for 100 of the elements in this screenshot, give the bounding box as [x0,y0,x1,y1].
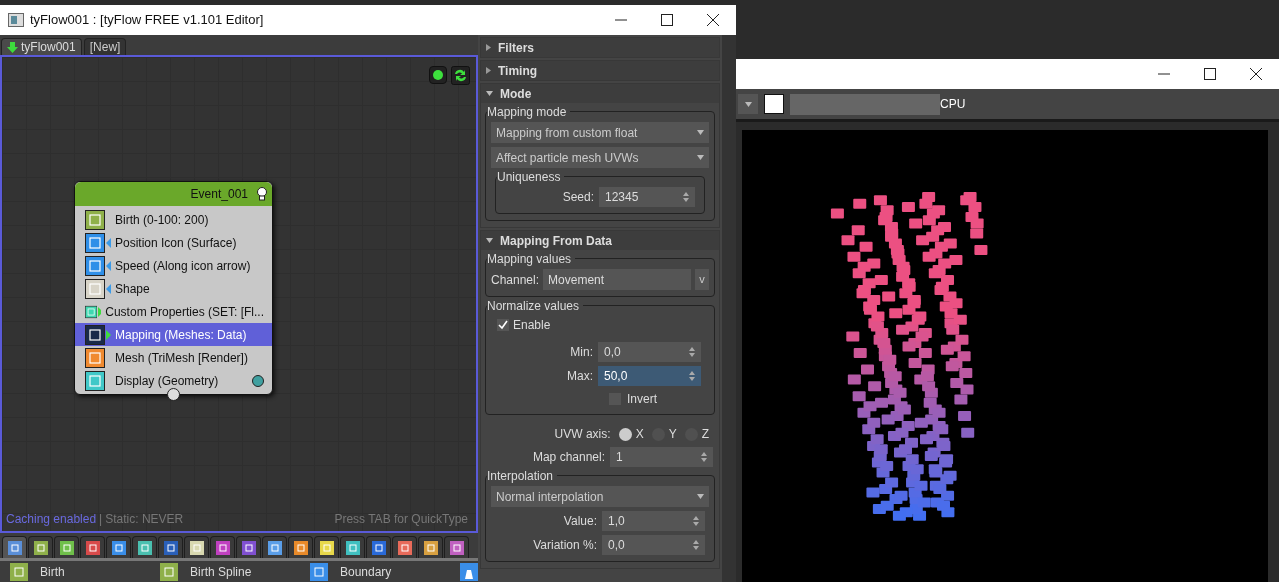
spinner-field[interactable]: 0,0 [602,535,705,555]
toolbar-field[interactable] [790,93,940,115]
rollout-header[interactable]: Filters [481,38,719,57]
dropdown[interactable]: Mapping from custom float [491,122,709,143]
operator-row[interactable]: Display (Geometry) [75,369,272,392]
category-tab[interactable] [392,536,417,558]
flow-tab[interactable]: tyFlow001 [1,38,82,55]
radio-label: X [635,426,644,443]
field-label: Variation %: [533,537,597,554]
spinner-arrows-icon[interactable] [689,371,695,381]
window-title: tyFlow001 : [tyFlow FREE v1.101 Editor] [30,11,264,30]
radio-button[interactable] [618,427,632,441]
category-tab[interactable] [288,536,313,558]
status-light-icon[interactable] [429,66,447,84]
dropdown[interactable]: Normal interpolation [491,486,709,507]
close-icon[interactable] [1250,68,1262,80]
checkbox-label: Invert [627,391,657,408]
category-tab[interactable] [314,536,339,558]
down-arrow-icon [7,41,18,53]
category-tab[interactable] [262,536,287,558]
spinner-field[interactable]: 1,0 [602,511,705,531]
event-title: Event_001 [190,186,248,203]
category-tab[interactable] [340,536,365,558]
field-label: Channel: [491,271,540,289]
spinner-field[interactable]: 12345 [599,187,695,207]
category-tab[interactable] [184,536,209,558]
operator-row[interactable]: Mesh (TriMesh [Render]) [75,346,272,369]
spinner-arrows-icon[interactable] [693,540,699,550]
caret-icon [697,155,704,160]
expanded-caret-icon [486,238,493,243]
field-label: UVW axis: [554,426,611,443]
operator-label: Birth (0-100: 200) [115,211,209,229]
category-tab[interactable] [106,536,131,558]
category-tab[interactable] [366,536,391,558]
dropdown-button[interactable] [738,94,758,114]
category-tab[interactable] [80,536,105,558]
category-tab[interactable] [236,536,261,558]
checkbox[interactable] [497,319,509,331]
maximize-icon[interactable] [1204,68,1216,80]
caret-icon [744,101,752,107]
spinner-arrows-icon[interactable] [689,347,695,357]
checkbox-label: Enable [513,317,551,334]
field-label: Min: [570,344,593,361]
color-swatch[interactable] [764,94,784,114]
static-status: Static: NEVER [105,511,184,528]
graph-canvas[interactable] [0,55,478,533]
category-tab[interactable] [210,536,235,558]
spinner-arrows-icon[interactable] [701,452,707,462]
caret-icon [697,494,704,499]
field-label: Seed: [562,189,594,206]
operator-row[interactable]: Shape [75,277,272,300]
field-label: Value: [563,513,597,530]
operator-label: Position Icon (Surface) [115,234,237,252]
rollout-header[interactable]: Timing [481,61,719,80]
operator-list-item[interactable]: Birth Spline [150,562,300,581]
quicktype-hint: Press TAB for QuickType [334,511,468,528]
category-tab[interactable] [418,536,443,558]
spinner-field[interactable]: 0,0 [598,342,701,362]
operator-label: Mesh (TriMesh [Render]) [115,349,248,367]
operator-row[interactable]: Position Icon (Surface) [75,231,272,254]
dropdown[interactable]: Affect particle mesh UVWs [491,147,709,168]
operator-label: Speed (Along icon arrow) [115,257,251,275]
caret-icon [697,130,704,135]
event-node[interactable]: Event_001 Birth (0-100: 200) Position Icon (Surface) Speed (Along icon arrow) Shape Custom Properties (SET: [Fl... Mapping (Meshes: Data) Mesh (TriMesh [Render]) Display (Geometry) [74,181,273,395]
operator-label: Shape [115,280,150,298]
app-icon [8,13,24,27]
spinner-field[interactable]: 50,0 [598,366,701,386]
separator: | [99,511,103,528]
channel-field[interactable]: Movement [543,269,691,290]
field-label: Max: [567,368,593,385]
operator-row[interactable]: Mapping (Meshes: Data) [75,323,272,346]
category-tab[interactable] [28,536,53,558]
scrollbar[interactable] [722,35,736,582]
refresh-icon[interactable] [451,66,470,85]
operator-row[interactable]: Custom Properties (SET: [Fl... [75,300,272,323]
rollout-header[interactable]: Mode [481,84,719,103]
rollout-header[interactable]: Mapping From Data [481,231,719,250]
weight-icon [460,562,478,581]
collapsed-caret-icon [486,44,491,51]
operator-row[interactable]: Birth (0-100: 200) [75,208,272,231]
radio-label: Y [668,426,677,443]
category-tab[interactable] [158,536,183,558]
operator-label: Mapping (Meshes: Data) [115,326,247,344]
lightbulb-icon[interactable] [256,187,268,201]
category-tab[interactable] [2,536,27,558]
close-icon[interactable] [707,14,719,26]
spinner-arrows-icon[interactable] [693,516,699,526]
operator-row[interactable]: Speed (Along icon arrow) [75,254,272,277]
caching-status: Caching enabled [6,511,97,528]
operator-list-item[interactable]: Boundary [300,562,450,581]
channel-menu-button[interactable]: v [695,269,709,290]
spinner-field[interactable]: 1 [610,447,713,467]
category-tab[interactable] [54,536,79,558]
operator-label: Display (Geometry) [115,372,219,390]
category-tab[interactable] [132,536,157,558]
spinner-arrows-icon[interactable] [683,192,689,202]
category-tab[interactable] [444,536,469,558]
flow-tab[interactable]: [New] [83,38,127,55]
maximize-icon[interactable] [661,14,673,26]
operator-list-item[interactable]: Birth [0,562,150,581]
